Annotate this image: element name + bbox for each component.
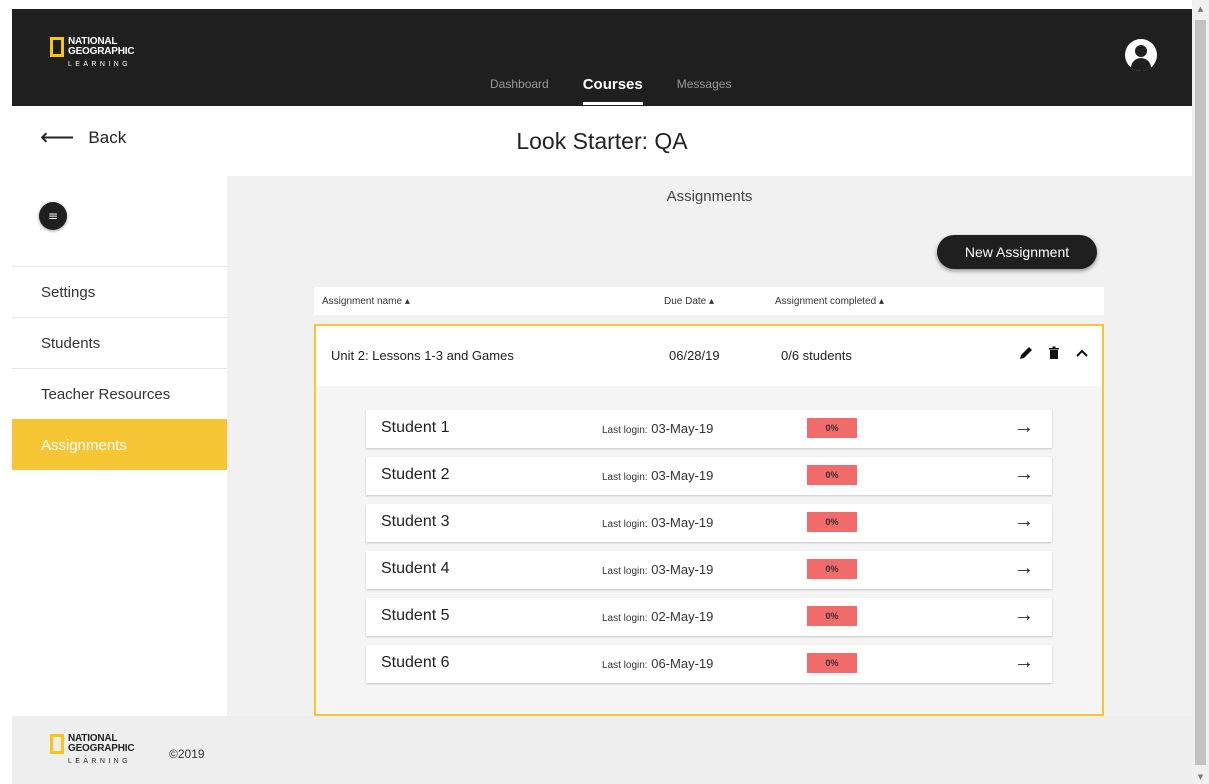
sidebar-item-assignments[interactable]: Assignments — [12, 419, 227, 470]
user-avatar-icon[interactable] — [1125, 39, 1157, 71]
progress-badge: 0% — [807, 418, 857, 438]
new-assignment-button[interactable]: New Assignment — [937, 235, 1097, 269]
scroll-thumb[interactable] — [1195, 20, 1206, 765]
student-name: Student 6 — [381, 654, 450, 671]
footer: NATIONAL GEOGRAPHIC LEARNING ©2019 — [12, 716, 1192, 784]
menu-icon[interactable]: ≡ — [39, 202, 67, 230]
last-login-label: Last login: — [602, 425, 648, 436]
footer-natgeo-logo: NATIONAL GEOGRAPHIC LEARNING — [50, 734, 135, 765]
student-row[interactable]: Student 4 Last login: 03-May-19 0% → — [366, 551, 1052, 589]
col-assignment-completed[interactable]: Assignment completed ▴ — [775, 296, 884, 307]
last-login-date: 06-May-19 — [651, 656, 714, 671]
sidebar-item-settings[interactable]: Settings — [12, 266, 227, 317]
last-login-date: 03-May-19 — [651, 421, 714, 436]
footer-logo-line2: GEOGRAPHIC — [68, 743, 135, 754]
student-name: Student 1 — [381, 419, 450, 436]
arrow-right-icon[interactable]: → — [1014, 604, 1034, 627]
assignment-completed: 0/6 students — [781, 348, 852, 363]
col-assignment-name[interactable]: Assignment name ▴ — [322, 296, 410, 307]
top-navbar: NATIONAL GEOGRAPHIC LEARNING Dashboard C… — [12, 9, 1192, 106]
student-name: Student 3 — [381, 513, 450, 530]
assignment-due: 06/28/19 — [669, 348, 720, 363]
student-name: Student 5 — [381, 607, 450, 624]
student-row[interactable]: Student 1 Last login: 03-May-19 0% → — [366, 410, 1052, 448]
logo-line3: LEARNING — [68, 61, 131, 68]
arrow-right-icon[interactable]: → — [1014, 416, 1034, 439]
main-content: Assignments New Assignment Assignment na… — [227, 176, 1192, 716]
last-login-label: Last login: — [602, 566, 648, 577]
progress-badge: 0% — [807, 606, 857, 626]
progress-badge: 0% — [807, 512, 857, 532]
student-row[interactable]: Student 5 Last login: 02-May-19 0% → — [366, 598, 1052, 636]
last-login-label: Last login: — [602, 613, 648, 624]
student-name: Student 2 — [381, 466, 450, 483]
page-header: ⟵ Back Look Starter: QA — [12, 106, 1192, 176]
last-login-label: Last login: — [602, 472, 648, 483]
logo-line2: GEOGRAPHIC — [68, 46, 135, 57]
section-title: Assignments — [666, 188, 753, 205]
logo-yellow-frame-icon — [50, 734, 64, 754]
assignment-name: Unit 2: Lessons 1-3 and Games — [331, 348, 514, 363]
main-nav: Dashboard Courses Messages — [490, 76, 765, 105]
progress-badge: 0% — [807, 465, 857, 485]
last-login-date: 03-May-19 — [651, 468, 714, 483]
arrow-right-icon[interactable]: → — [1014, 651, 1034, 674]
footer-logo-line3: LEARNING — [68, 758, 131, 765]
last-login: Last login: 03-May-19 — [602, 421, 713, 436]
last-login-label: Last login: — [602, 660, 648, 671]
arrow-right-icon[interactable]: → — [1014, 510, 1034, 533]
sidebar-item-students[interactable]: Students — [12, 317, 227, 368]
student-name: Student 4 — [381, 560, 450, 577]
scroll-down-icon[interactable]: ▼ — [1192, 770, 1209, 784]
last-login: Last login: 02-May-19 — [602, 609, 713, 624]
student-row[interactable]: Student 3 Last login: 03-May-19 0% → — [366, 504, 1052, 542]
student-row[interactable]: Student 2 Last login: 03-May-19 0% → — [366, 457, 1052, 495]
natgeo-logo[interactable]: NATIONAL GEOGRAPHIC LEARNING — [50, 37, 135, 68]
last-login-date: 03-May-19 — [651, 515, 714, 530]
arrow-right-icon[interactable]: → — [1014, 463, 1034, 486]
page-scrollbar[interactable]: ▲ ▼ — [1192, 0, 1209, 784]
assignment-row[interactable]: Unit 2: Lessons 1-3 and Games 06/28/19 0… — [316, 326, 1102, 386]
table-header: Assignment name ▴ Due Date ▴ Assignment … — [314, 287, 1104, 315]
progress-badge: 0% — [807, 653, 857, 673]
assignment-card: Unit 2: Lessons 1-3 and Games 06/28/19 0… — [314, 324, 1104, 716]
nav-dashboard[interactable]: Dashboard — [490, 77, 549, 94]
last-login: Last login: 03-May-19 — [602, 515, 713, 530]
scroll-up-icon[interactable]: ▲ — [1192, 2, 1209, 16]
arrow-right-icon[interactable]: → — [1014, 557, 1034, 580]
assignment-actions — [1019, 346, 1089, 360]
logo-yellow-frame-icon — [50, 37, 64, 57]
last-login-label: Last login: — [602, 519, 648, 530]
edit-pencil-icon[interactable] — [1019, 346, 1033, 360]
nav-courses[interactable]: Courses — [582, 76, 643, 105]
last-login-date: 02-May-19 — [651, 609, 714, 624]
last-login: Last login: 06-May-19 — [602, 656, 713, 671]
last-login-date: 03-May-19 — [651, 562, 714, 577]
student-list: Student 1 Last login: 03-May-19 0% → Stu… — [316, 386, 1102, 714]
progress-badge: 0% — [807, 559, 857, 579]
collapse-chevron-up-icon[interactable] — [1075, 346, 1089, 360]
copyright-text: ©2019 — [169, 747, 205, 761]
last-login: Last login: 03-May-19 — [602, 468, 713, 483]
sidebar-item-teacher-resources[interactable]: Teacher Resources — [12, 368, 227, 419]
sidebar: ≡ Settings Students Teacher Resources As… — [12, 176, 227, 716]
last-login: Last login: 03-May-19 — [602, 562, 713, 577]
page-title: Look Starter: QA — [516, 128, 688, 154]
student-row[interactable]: Student 6 Last login: 06-May-19 0% → — [366, 645, 1052, 683]
delete-trash-icon[interactable] — [1047, 346, 1061, 360]
nav-messages[interactable]: Messages — [677, 77, 732, 94]
col-due-date[interactable]: Due Date ▴ — [664, 296, 714, 307]
